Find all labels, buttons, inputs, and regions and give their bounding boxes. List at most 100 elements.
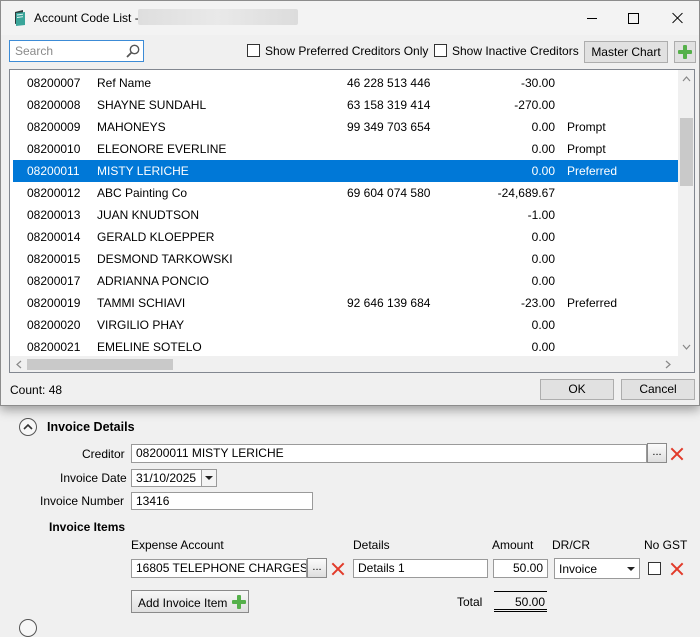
drcr-value: Invoice — [559, 562, 598, 576]
scroll-down-icon[interactable] — [678, 341, 695, 353]
creditor-row[interactable]: 08200014 GERALD KLOEPPER 0.00 — [13, 226, 678, 248]
creditor-name-cell: VIRGILIO PHAY — [97, 318, 185, 332]
creditor-row[interactable]: 08200020 VIRGILIO PHAY 0.00 — [13, 314, 678, 336]
items-title: Invoice Items — [49, 520, 126, 534]
amount-field[interactable]: 50.00 — [493, 559, 548, 578]
dialog-title: Account Code List - — [34, 11, 139, 25]
creditor-balance-cell: 0.00 — [531, 142, 555, 156]
creditor-name-cell: EMELINE SOTELO — [97, 340, 202, 354]
show-preferred-checkbox[interactable] — [247, 44, 260, 58]
search-input[interactable] — [12, 43, 122, 59]
close-button[interactable] — [660, 5, 696, 31]
total-value: 50.00 — [494, 591, 547, 612]
creditor-row[interactable]: 08200021 EMELINE SOTELO 0.00 — [13, 336, 678, 358]
collapse-toggle[interactable] — [19, 418, 37, 436]
creditor-name-cell: JUAN KNUDTSON — [97, 208, 200, 222]
creditor-balance-cell: 0.00 — [531, 274, 555, 288]
creditor-row[interactable]: 08200007 Ref Name 46 228 513 446 -30.00 — [13, 72, 678, 94]
creditor-code-cell: 08200011 — [27, 164, 80, 178]
invoice-number-field[interactable]: 13416 — [131, 492, 313, 510]
expense-lookup-button[interactable]: ... — [307, 558, 327, 578]
col-details: Details — [353, 538, 390, 552]
drcr-select[interactable]: Invoice — [554, 558, 640, 579]
creditor-row[interactable]: 08200019 TAMMI SCHIAVI 92 646 139 684 -23.0… — [13, 292, 678, 314]
creditor-code-cell: 08200008 — [27, 98, 81, 112]
creditor-name-cell: Ref Name — [97, 76, 152, 90]
creditor-balance-cell: -270.00 — [514, 98, 555, 112]
creditor-row[interactable]: 08200010 ELEONORE EVERLINE 0.00 Prompt — [13, 138, 678, 160]
title-bar[interactable]: Account Code List - — [1, 1, 699, 35]
scroll-up-icon[interactable] — [678, 73, 695, 85]
total-label: Total — [457, 595, 483, 609]
col-amount: Amount — [492, 538, 534, 552]
date-dropdown-button[interactable] — [201, 469, 217, 487]
creditor-code-cell: 08200007 — [27, 76, 81, 90]
creditor-flag-cell: Preferred — [567, 164, 618, 178]
creditor-name-cell: MISTY LERICHE — [97, 164, 189, 178]
creditor-balance-cell: 0.00 — [531, 318, 555, 332]
show-preferred-toggle[interactable]: Show Preferred Creditors Only — [247, 43, 428, 59]
vertical-scrollbar[interactable] — [678, 70, 695, 356]
creditor-flag-cell: Prompt — [567, 142, 606, 156]
expense-account-field[interactable]: 16805 TELEPHONE CHARGES — [131, 559, 307, 578]
creditor-code-cell: 08200013 — [27, 208, 81, 222]
creditor-label: Creditor — [82, 447, 125, 461]
delete-item-icon[interactable] — [670, 562, 684, 576]
creditor-row[interactable]: 08200012 ABC Painting Co 69 604 074 580 -24… — [13, 182, 678, 204]
creditor-row[interactable]: 08200013 JUAN KNUDTSON -1.00 — [13, 204, 678, 226]
creditor-code-cell: 08200012 — [27, 186, 81, 200]
vertical-scroll-thumb[interactable] — [680, 118, 693, 186]
clear-creditor-icon[interactable] — [670, 447, 684, 461]
creditor-code-cell: 08200020 — [27, 318, 81, 332]
creditor-row[interactable]: 08200008 SHAYNE SUNDAHL 63 158 319 414 -270… — [13, 94, 678, 116]
creditor-row[interactable]: 08200017 ADRIANNA PONCIO 0.00 — [13, 270, 678, 292]
search-icon[interactable] — [126, 44, 140, 58]
creditor-code-cell: 08200019 — [27, 296, 81, 310]
creditor-code-cell: 08200015 — [27, 252, 81, 266]
scroll-right-icon[interactable] — [662, 356, 674, 373]
ledger-book-icon — [15, 10, 25, 26]
invoice-date-field[interactable]: 31/10/2025 — [131, 469, 203, 487]
add-invoice-item-button[interactable]: Add Invoice Item — [131, 590, 249, 613]
creditor-row[interactable]: 08200009 MAHONEYS 99 349 703 654 0.00 Prompt — [13, 116, 678, 138]
creditor-row[interactable]: 08200015 DESMOND TARKOWSKI 0.00 — [13, 248, 678, 270]
creditor-balance-cell: 0.00 — [531, 230, 555, 244]
creditor-list[interactable]: 08200007 Ref Name 46 228 513 446 -30.00 0820… — [9, 69, 695, 373]
col-no-gst: No GST — [644, 538, 688, 552]
search-box[interactable] — [9, 40, 144, 62]
creditor-lookup-button[interactable]: ... — [647, 443, 667, 463]
next-section-toggle[interactable] — [19, 619, 37, 637]
creditor-balance-cell: 0.00 — [531, 252, 555, 266]
cancel-button[interactable]: Cancel — [621, 379, 695, 400]
creditor-name-cell: SHAYNE SUNDAHL — [97, 98, 207, 112]
maximize-button[interactable] — [615, 5, 651, 31]
creditor-name-cell: ADRIANNA PONCIO — [97, 274, 210, 288]
add-creditor-button[interactable] — [674, 41, 696, 63]
show-inactive-checkbox[interactable] — [434, 44, 447, 58]
clear-expense-icon[interactable] — [331, 562, 345, 576]
show-inactive-toggle[interactable]: Show Inactive Creditors — [434, 43, 579, 59]
horizontal-scrollbar[interactable] — [10, 356, 678, 373]
creditor-name-cell: GERALD KLOEPPER — [97, 230, 215, 244]
creditor-row[interactable]: 08200011 MISTY LERICHE 0.00 Preferred — [13, 160, 678, 182]
show-inactive-label: Show Inactive Creditors — [452, 43, 579, 58]
creditor-field[interactable]: 08200011 MISTY LERICHE — [131, 444, 647, 463]
record-count: Count: 48 — [10, 383, 63, 397]
ok-button[interactable]: OK — [540, 379, 614, 400]
chevron-up-icon — [23, 423, 33, 430]
creditor-code-cell: 08200021 — [27, 340, 81, 354]
creditor-balance-cell: -30.00 — [520, 76, 555, 90]
chevron-down-icon — [205, 476, 213, 480]
plus-icon — [678, 45, 692, 59]
creditor-flag-cell: Preferred — [567, 296, 618, 310]
no-gst-checkbox[interactable] — [648, 562, 661, 575]
horizontal-scroll-thumb[interactable] — [27, 359, 173, 370]
minimize-button[interactable] — [574, 5, 610, 31]
master-chart-button[interactable]: Master Chart — [584, 41, 668, 63]
creditor-balance-cell: 0.00 — [531, 164, 555, 178]
add-invoice-item-label: Add Invoice Item — [138, 596, 228, 610]
details-field[interactable]: Details 1 — [353, 559, 488, 578]
plus-icon — [232, 595, 246, 609]
creditor-balance-cell: -24,689.67 — [497, 186, 555, 200]
scroll-left-icon[interactable] — [13, 356, 25, 373]
